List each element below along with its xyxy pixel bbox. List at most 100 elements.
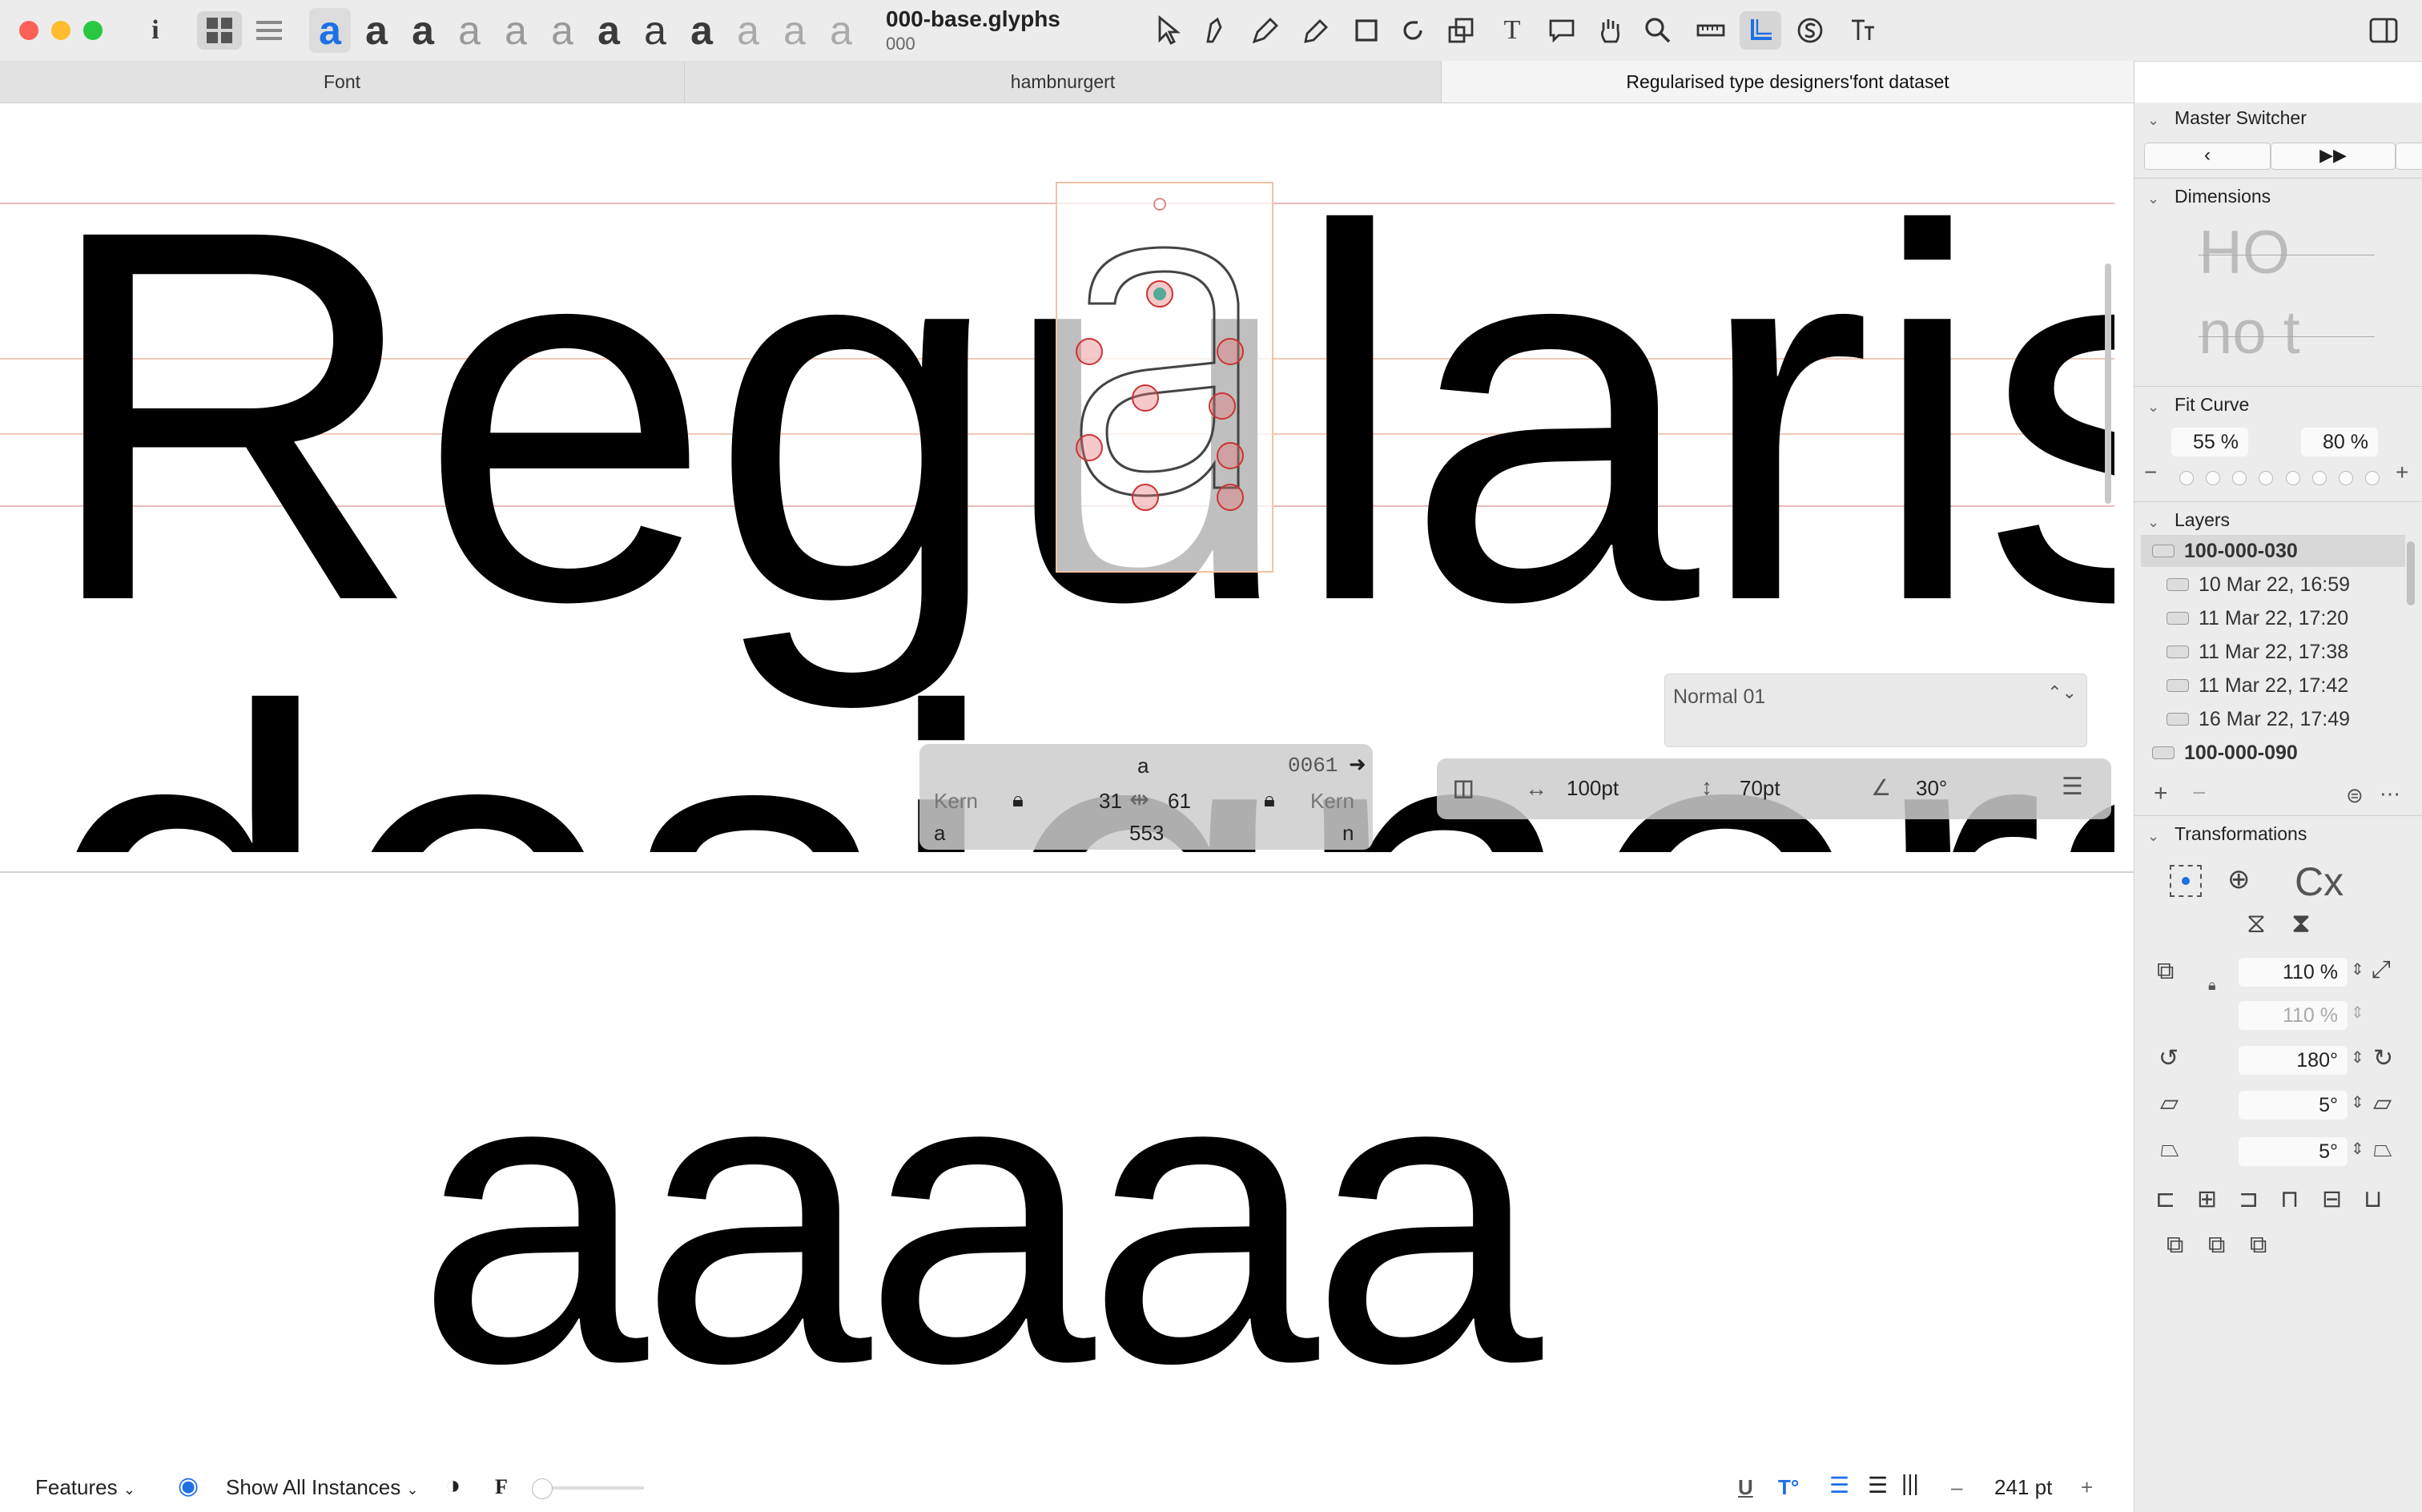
filter-icon[interactable]: ⊜ — [2346, 783, 2364, 808]
center-x-icon[interactable]: Cx — [2295, 859, 2344, 905]
show-instances-button[interactable]: Show All Instances ⌄ — [226, 1475, 419, 1500]
fit-curve-presets[interactable] — [2179, 471, 2380, 487]
stepper-icon[interactable]: ⇕ — [2351, 1139, 2364, 1159]
layer-item[interactable]: 100-000-090 — [2141, 737, 2405, 769]
right-sidebearing[interactable]: 61 — [1168, 789, 1191, 814]
remove-layer-button[interactable]: − — [2192, 780, 2207, 807]
zoom-tool[interactable] — [1637, 11, 1679, 50]
f-button[interactable]: F — [495, 1475, 508, 1499]
brush-tool[interactable] — [1740, 11, 1781, 50]
layer-item[interactable]: 11 Mar 22, 17:38 — [2141, 636, 2420, 668]
glyph-style-1[interactable]: a — [309, 8, 351, 53]
align-center-h-icon[interactable]: ⊞ — [2197, 1185, 2217, 1213]
stepper-icon[interactable]: ⇕ — [2351, 1003, 2364, 1023]
slant-v-field[interactable]: 5° — [2239, 1137, 2348, 1166]
chevron-down-icon[interactable]: ⌄ — [2147, 514, 2159, 531]
features-button[interactable]: Features ⌄ — [35, 1475, 135, 1500]
scale-y-field[interactable]: 110 % — [2239, 1001, 2348, 1030]
layer-item[interactable]: 10 Mar 22, 16:59 — [2141, 569, 2420, 601]
preset-dot[interactable] — [2364, 471, 2380, 485]
union-icon[interactable]: ⧉ — [2167, 1232, 2183, 1259]
annotation-tool[interactable] — [1541, 11, 1583, 50]
zoom-in-button[interactable]: + — [2081, 1475, 2093, 1500]
preset-dot[interactable] — [2338, 471, 2353, 485]
pen-select-tool[interactable] — [1193, 11, 1235, 50]
grid-view-button[interactable] — [197, 11, 242, 50]
align-right-icon[interactable]: ☰ — [1868, 1472, 1888, 1498]
stepper-icon[interactable]: ⇕ — [2351, 1048, 2364, 1068]
tab-hambnurgert[interactable]: hambnurgert — [685, 61, 1442, 103]
skew-up-icon[interactable]: ⏢ — [2373, 1136, 2392, 1163]
preset-dot[interactable] — [2179, 471, 2194, 485]
underline-icon[interactable]: U — [1738, 1475, 1753, 1500]
slant-h-field[interactable]: 5° — [2239, 1091, 2348, 1120]
bounding-box-origin-icon[interactable] — [2170, 865, 2202, 897]
left-kern-group[interactable]: a — [934, 821, 945, 846]
preview-size[interactable]: 241 pt — [1994, 1475, 2052, 1500]
text-options-icon[interactable]: T° — [1778, 1475, 1799, 1500]
draw-tool[interactable] — [1245, 11, 1286, 50]
brush-width[interactable]: 100pt — [1567, 776, 1619, 801]
edit-canvas[interactable]: Regularised designers' Normal 01 ⌃⌄ a 0 — [0, 103, 2114, 852]
chevron-down-icon[interactable]: ⌄ — [2147, 112, 2159, 129]
glyph-style-10[interactable]: a — [727, 8, 769, 53]
scale-x-field[interactable]: 110 % — [2239, 958, 2348, 987]
align-right-icon[interactable]: ⊐ — [2239, 1185, 2259, 1213]
glyph-unicode[interactable]: 0061 — [1288, 754, 1338, 778]
preset-dot[interactable] — [2206, 471, 2221, 485]
info-button[interactable]: i — [135, 11, 176, 50]
glyph-style-11[interactable]: a — [774, 8, 815, 53]
brush-height[interactable]: 70pt — [1740, 776, 1780, 801]
lock-icon[interactable]: 🔒︎ — [2208, 977, 2216, 994]
lock-icon[interactable]: 🔒︎ — [1012, 787, 1024, 813]
zoom-out-button[interactable]: – — [1951, 1475, 1962, 1500]
scale-tool[interactable] — [1440, 11, 1482, 50]
glyph-style-4[interactable]: a — [449, 8, 490, 53]
align-left-icon[interactable]: ⊏ — [2155, 1185, 2175, 1213]
fit-curve-low[interactable]: 55 % — [2171, 428, 2248, 456]
previous-master-button[interactable]: ‹ — [2144, 143, 2271, 170]
minus-icon[interactable]: − — [2144, 460, 2157, 485]
lock-icon[interactable]: 🔒︎ — [1264, 787, 1275, 813]
rotate-field[interactable]: 180° — [2239, 1046, 2348, 1075]
align-top-icon[interactable]: ⊓ — [2280, 1185, 2299, 1213]
stepper-icon[interactable]: ⇕ — [2351, 959, 2364, 979]
preview-slider-knob[interactable] — [532, 1478, 553, 1499]
glyph-style-12[interactable]: a — [820, 8, 862, 53]
glyph-style-2[interactable]: a — [356, 8, 397, 53]
preset-dot[interactable] — [2259, 471, 2274, 485]
chevron-down-icon[interactable]: ⌄ — [2147, 191, 2159, 207]
tab-regularised[interactable]: Regularised type designers'font dataset — [1442, 61, 2134, 103]
chevron-down-icon[interactable]: ⌄ — [2147, 828, 2159, 845]
subtract-icon[interactable]: ⧉ — [2208, 1232, 2225, 1259]
scale-up-icon[interactable]: ⤢ — [2372, 956, 2391, 983]
add-layer-button[interactable]: + — [2154, 780, 2168, 807]
align-left-icon[interactable]: ☰ — [1829, 1472, 1849, 1498]
measure-tool[interactable] — [1690, 11, 1732, 50]
right-kern-group[interactable]: n — [1342, 821, 1354, 846]
layers-scrollbar[interactable] — [2407, 541, 2415, 605]
sidebearing-handle-icon[interactable]: ⇹ — [1129, 786, 1149, 814]
intersect-icon[interactable]: ⧉ — [2250, 1232, 2267, 1259]
rotate-cw-icon[interactable]: ↻ — [2373, 1044, 2393, 1072]
selected-glyph-box[interactable] — [1056, 182, 1273, 573]
stepper-icon[interactable]: ⇕ — [2351, 1092, 2364, 1112]
fit-curve-high[interactable]: 80 % — [2301, 428, 2378, 456]
glyph-width[interactable]: 553 — [1129, 821, 1164, 846]
sidebar-toggle-button[interactable] — [2363, 11, 2404, 50]
rotate-ccw-icon[interactable]: ↺ — [2158, 1044, 2179, 1072]
brush-angle[interactable]: 30° — [1916, 776, 1947, 801]
layer-item[interactable]: 11 Mar 22, 17:20 — [2141, 602, 2420, 634]
rotate-tool[interactable] — [1392, 11, 1434, 50]
canvas-scrollbar-v[interactable] — [2105, 263, 2111, 504]
layer-item[interactable]: 16 Mar 22, 17:49 — [2141, 703, 2420, 735]
list-view-button[interactable] — [247, 11, 292, 50]
skew-down-icon[interactable]: ⏢ — [2160, 1136, 2179, 1163]
crosshair-icon[interactable]: ⊕ — [2227, 863, 2251, 895]
hand-tool[interactable] — [1589, 11, 1631, 50]
glyph-style-9[interactable]: a — [681, 8, 722, 53]
glyph-style-8[interactable]: a — [634, 8, 676, 53]
layer-item[interactable]: 11 Mar 22, 17:42 — [2141, 670, 2420, 702]
columns-icon[interactable]: ||| — [1901, 1470, 1919, 1496]
layer-item[interactable]: 100-000-030 — [2141, 535, 2405, 567]
